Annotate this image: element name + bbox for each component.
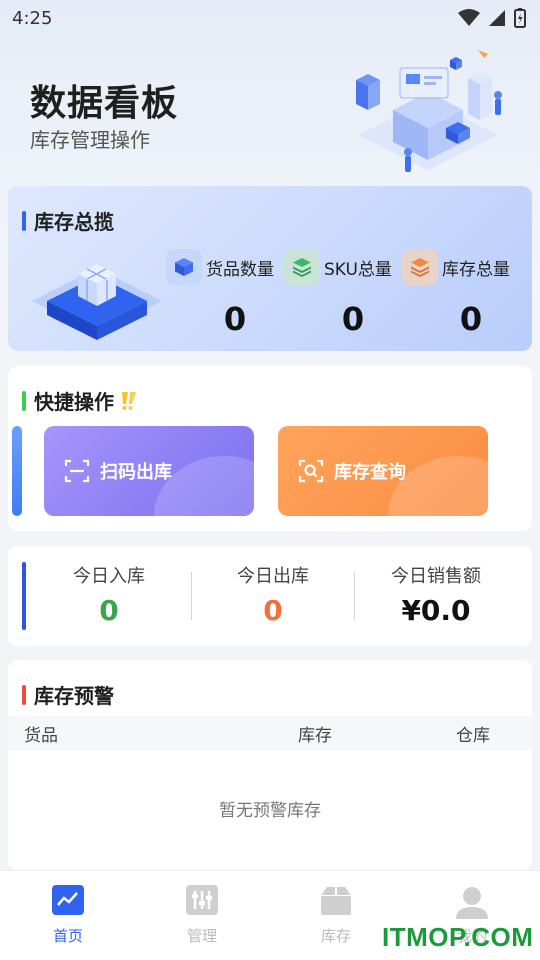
stat-label: 库存总量 (442, 259, 510, 280)
today-inbound: 今日入库 0 (34, 562, 184, 627)
scroll-peek-card (12, 426, 22, 516)
stat-label: SKU总量 (324, 259, 392, 280)
warning-title-text: 库存预警 (34, 684, 114, 708)
tab-label: 库存 (320, 927, 351, 945)
stat-goods-count: 货品数量 0 (166, 248, 284, 338)
title-accent-bar (22, 684, 26, 705)
quick-actions-title: 快捷操作 (22, 386, 138, 415)
page-title: 数据看板 (30, 83, 179, 124)
tab-label: 首页 (52, 927, 83, 945)
today-label: 今日入库 (73, 566, 145, 587)
quick-actions-card: 快捷操作 扫码出库 库存查询 (8, 366, 532, 531)
today-sales: 今日销售额 ¥0.0 (361, 562, 511, 627)
stack-icon (402, 249, 438, 285)
overview-title: 库存总揽 (22, 206, 114, 235)
user-icon (456, 887, 488, 919)
warning-title: 库存预警 (22, 680, 114, 709)
layers-icon (284, 249, 320, 285)
watermark: ITMOP.COM (382, 922, 534, 952)
quick-actions-title-text: 快捷操作 (34, 390, 114, 414)
column-header-warehouse: 仓库 (456, 725, 490, 746)
today-outbound: 今日出库 0 (198, 562, 348, 627)
today-label: 今日销售额 (391, 566, 481, 587)
stock-query-label: 库存查询 (334, 462, 406, 483)
inventory-overview-card: 库存总揽 货品数量 0 SKU总量 0 库存总量 0 (8, 186, 532, 351)
battery-icon (514, 8, 526, 28)
search-scan-icon (298, 459, 324, 483)
sliders-icon (186, 885, 218, 915)
tab-stock[interactable]: 库存 (276, 885, 396, 946)
overview-title-text: 库存总揽 (34, 210, 114, 234)
stock-query-button[interactable]: 库存查询 (278, 426, 488, 516)
today-value: ¥0.0 (401, 594, 471, 627)
title-accent-bar (22, 210, 26, 231)
divider (354, 572, 355, 620)
wifi-icon (458, 9, 480, 26)
stat-stock-total: 库存总量 0 (402, 248, 520, 338)
empty-state-text: 暂无预警库存 (219, 801, 321, 821)
scan-outbound-button[interactable]: 扫码出库 (44, 426, 254, 516)
status-icons (458, 8, 526, 28)
table-header: 货品 库存 仓库 (8, 716, 532, 750)
stock-warning-card: 库存预警 货品 库存 仓库 暂无预警库存 (8, 660, 532, 870)
tab-manage[interactable]: 管理 (142, 885, 262, 946)
accent-bar (22, 562, 26, 630)
stat-label: 货品数量 (206, 259, 274, 280)
stat-sku-total: SKU总量 0 (284, 248, 402, 338)
tab-label: 管理 (186, 927, 217, 945)
box-icon (321, 887, 351, 915)
exclamation-icon (122, 391, 136, 410)
stat-value: 0 (223, 300, 247, 338)
column-header-stock: 库存 (298, 725, 332, 746)
cube-icon (166, 249, 202, 285)
cube-platform-illustration (32, 264, 162, 340)
signal-icon (489, 10, 505, 26)
status-bar: 4:25 (0, 0, 540, 36)
today-label: 今日出库 (237, 566, 309, 587)
column-header-goods: 货品 (24, 725, 58, 746)
today-stats-card: 今日入库 0 今日出库 0 今日销售额 ¥0.0 (8, 546, 532, 646)
tab-home[interactable]: 首页 (8, 885, 128, 946)
scan-outbound-label: 扫码出库 (100, 462, 172, 483)
warehouse-illustration (356, 50, 502, 172)
today-value: 0 (263, 594, 283, 627)
stat-value: 0 (341, 300, 365, 338)
title-accent-bar (22, 390, 26, 411)
divider (191, 572, 192, 620)
chart-icon (52, 885, 84, 915)
stat-value: 0 (459, 300, 483, 338)
page-subtitle: 库存管理操作 (30, 128, 150, 152)
status-time: 4:25 (12, 7, 53, 29)
scan-icon (64, 459, 90, 483)
today-value: 0 (99, 594, 119, 627)
